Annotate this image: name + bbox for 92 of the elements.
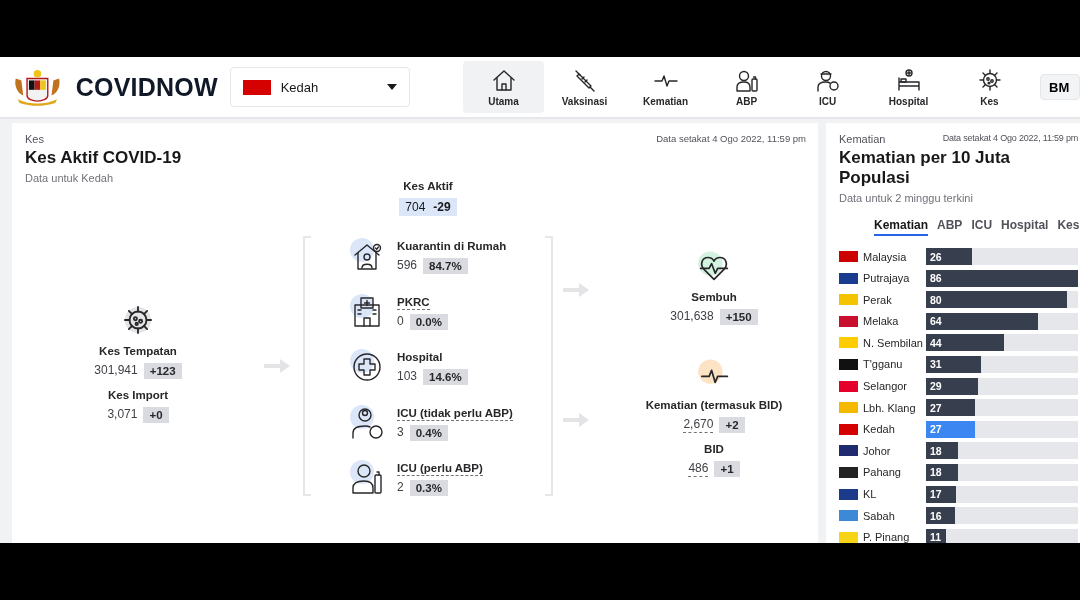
bar-fill: 86	[926, 269, 1078, 287]
stat-label: ICU (perlu ABP)	[397, 462, 483, 476]
share-badge: 0.3%	[409, 480, 448, 496]
stat-label: Kes Tempatan	[99, 345, 177, 359]
case-count: 103	[397, 369, 418, 385]
update-time: Data setakat 4 Ogo 2022, 11:59 pm	[942, 133, 1078, 143]
nav-tab[interactable]: ICU	[787, 61, 868, 113]
change-badge: +123	[143, 363, 182, 379]
case-count: 0	[397, 313, 404, 330]
case-count: 3,071	[107, 407, 138, 423]
nav-tab[interactable]: Kematian	[625, 61, 706, 113]
share-badge: 0.4%	[409, 424, 448, 441]
state-name: Selangor	[863, 380, 908, 393]
total-badge: 704 -29	[399, 198, 457, 216]
case-count: 596	[397, 258, 418, 274]
state-name: N. Sembilan	[863, 336, 923, 349]
bar-fill: 31	[926, 355, 981, 373]
state-name: Putrajaya	[863, 272, 910, 285]
metric-tab[interactable]: Kematian	[874, 218, 929, 236]
virus-icon	[976, 67, 1003, 92]
nav-tab[interactable]: Hospital	[868, 61, 949, 113]
stat-label: Sembuh	[691, 291, 737, 305]
arrow-icon	[264, 359, 290, 373]
case-count: 301,638	[670, 309, 714, 325]
state-name: Pahang	[863, 466, 901, 479]
bar-fill: 44	[926, 334, 1004, 352]
card-title: Kes Aktif COVID-19	[25, 148, 182, 168]
state-name: Sabah	[863, 509, 895, 522]
language-button[interactable]: BM	[1040, 74, 1080, 100]
heart-pulse-icon	[697, 249, 731, 283]
bar-fill: 64	[926, 312, 1039, 330]
card-category: Kematian	[839, 133, 886, 145]
case-count: 2	[397, 480, 404, 496]
stat-label: BID	[704, 443, 724, 457]
bar-fill: 11	[926, 528, 946, 543]
state-name: Kedah	[863, 423, 895, 436]
bar-fill: 29	[926, 377, 978, 395]
change-badge: +2	[719, 417, 745, 433]
bar-fill: 18	[926, 463, 958, 481]
stat-label: Kes Aktif	[403, 180, 453, 194]
stat-label: PKRC	[397, 295, 430, 310]
doctor-icon	[349, 403, 385, 440]
state-name: Melaka	[863, 315, 899, 328]
arrow-icon	[563, 283, 589, 297]
stat-label: Kes Import	[107, 389, 169, 403]
stat-label: Kuarantin di Rumah	[397, 240, 507, 254]
state-select[interactable]: Kedah	[229, 67, 410, 107]
case-count: 301,941	[94, 363, 138, 379]
change-badge: +1	[714, 461, 740, 477]
caret-icon	[387, 84, 397, 90]
metric-tab[interactable]: ABP	[937, 218, 963, 236]
case-count: 3	[397, 424, 404, 441]
nav-tab[interactable]: Vaksinasi	[544, 61, 625, 113]
change-badge: +0	[143, 407, 169, 423]
bar-fill: 16	[926, 507, 955, 525]
card-category: Kes	[25, 133, 45, 145]
virus-icon	[121, 303, 155, 337]
case-count: 2,670	[683, 417, 714, 433]
bar-fill: 26	[926, 248, 972, 265]
bar-fill: 80	[926, 291, 1068, 309]
card-title: Kematian per 10 Juta Populasi	[839, 148, 1011, 188]
nav-tab[interactable]: Kes	[949, 61, 1030, 113]
arrow-icon	[563, 413, 589, 427]
nav-tab[interactable]: ABP	[706, 61, 787, 113]
nav-tab[interactable]: Utama	[463, 61, 544, 113]
state-name: T'gganu	[863, 358, 903, 371]
stat-label: Kematian (termasuk BID)	[645, 399, 783, 413]
state-name: KL	[863, 488, 877, 501]
state-name: Perak	[863, 293, 892, 306]
stat-label: ICU (tidak perlu ABP)	[397, 406, 513, 421]
site-title: COVIDNOW	[75, 72, 218, 102]
state-name: Lbh. Klang	[863, 401, 916, 414]
stat-label: Hospital	[397, 351, 443, 365]
bar-fill: 17	[926, 485, 957, 503]
share-badge: 14.6%	[423, 369, 468, 385]
card-subtitle: Data untuk Kedah	[25, 172, 115, 184]
hospital-bed-icon	[895, 67, 922, 92]
metric-tab[interactable]: Hospital	[1001, 218, 1049, 236]
share-badge: 0.0%	[409, 313, 448, 330]
update-time: Data setakat 4 Ogo 2022, 11:59 pm	[656, 133, 806, 144]
state-name: Malaysia	[863, 250, 907, 263]
bar-fill: 18	[926, 442, 958, 460]
state-name: Johor	[863, 444, 891, 457]
card-subtitle: Data untuk 2 minggu terkini	[839, 192, 974, 204]
metric-tab[interactable]: Kes	[1057, 218, 1080, 236]
change-badge: +150	[719, 309, 758, 325]
metric-tab[interactable]: ICU	[971, 218, 993, 236]
bar-fill: 27	[926, 420, 975, 438]
state-name: P. Pinang	[863, 531, 910, 543]
bar-fill: 27	[926, 399, 975, 417]
share-badge: 84.7%	[423, 258, 468, 274]
case-count: 486	[688, 461, 709, 477]
